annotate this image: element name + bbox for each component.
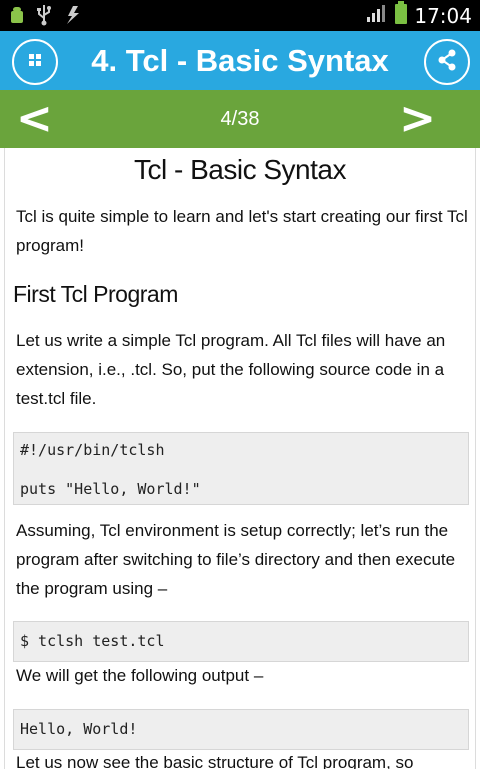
section-heading: First Tcl Program <box>13 281 178 307</box>
status-bar: 17:04 <box>0 0 480 31</box>
signal-icon <box>366 3 388 28</box>
status-icons-right: 17:04 <box>366 0 472 31</box>
paragraph-4: Let us now see the basic structure of Tc… <box>16 753 414 769</box>
battery-icon <box>394 1 408 30</box>
page-title: 4. Tcl - Basic Syntax <box>91 43 389 78</box>
share-button[interactable] <box>424 39 470 85</box>
android-icon <box>10 5 24 30</box>
article-heading: Tcl - Basic Syntax <box>134 154 346 185</box>
usb-icon <box>36 4 52 31</box>
paragraph-3: We will get the following output – <box>16 666 264 685</box>
next-page-button[interactable]: > <box>399 92 436 146</box>
grid-menu-icon <box>28 53 42 72</box>
code-block-2: $ tclsh test.tcl <box>13 621 469 662</box>
data-icon <box>64 4 82 31</box>
paragraph-1: Let us write a simple Tcl program. All T… <box>16 331 446 408</box>
code-line: puts "Hello, World!" <box>20 480 201 498</box>
intro-paragraph: Tcl is quite simple to learn and let's s… <box>16 207 468 255</box>
share-icon <box>435 48 459 77</box>
status-icons-left <box>10 4 82 31</box>
menu-button[interactable] <box>12 39 58 85</box>
status-time: 17:04 <box>414 3 472 28</box>
article-content[interactable]: Tcl - Basic Syntax Tcl is quite simple t… <box>4 148 476 769</box>
code-line: #!/usr/bin/tclsh <box>20 441 165 459</box>
code-block-3: Hello, World! <box>13 709 469 750</box>
page-nav-bar: < 4/38 > <box>0 90 480 148</box>
code-block-1: #!/usr/bin/tclsh puts "Hello, World!" <box>13 432 469 505</box>
title-bar: 4. Tcl - Basic Syntax <box>0 31 480 90</box>
paragraph-2: Assuming, Tcl environment is setup corre… <box>16 521 456 598</box>
